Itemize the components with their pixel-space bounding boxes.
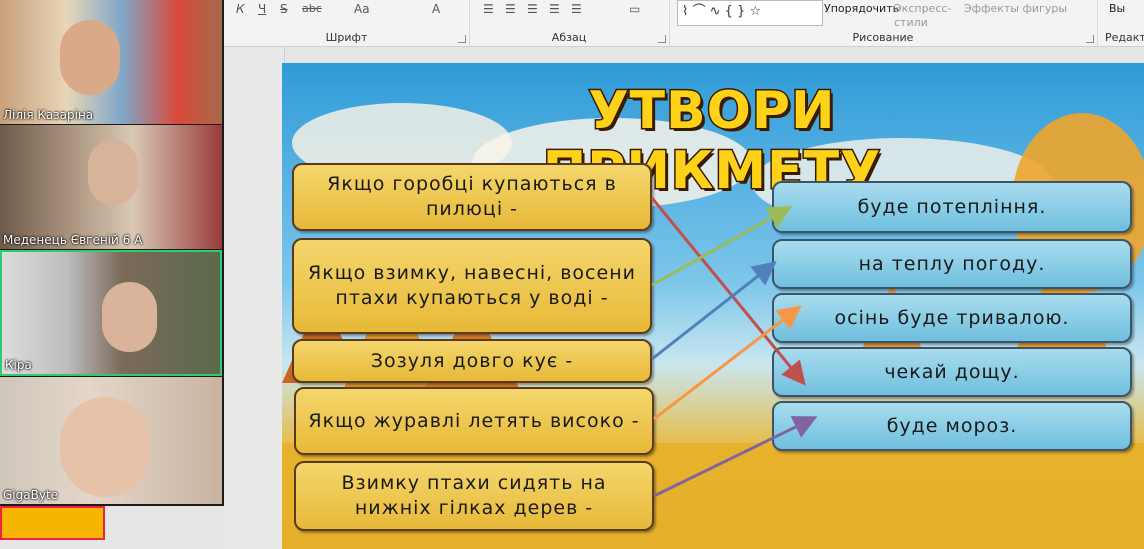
right-item-2[interactable]: на теплу погоду. xyxy=(772,239,1132,289)
strike-abc-button[interactable]: abc xyxy=(302,2,322,15)
select-button[interactable]: Вы xyxy=(1109,2,1125,15)
ribbon-toolbar: К Ч S abc Aa A Шрифт ☰ ☰ ☰ ☰ ☰ ▭ Абзац ⌇… xyxy=(224,0,1144,47)
participant-avatar-4 xyxy=(60,397,150,497)
participant-avatar-3 xyxy=(102,282,157,352)
strikethrough-button[interactable]: S xyxy=(280,2,288,16)
slide-thumbnail-preview[interactable] xyxy=(0,506,105,540)
drawing-group-label: Рисование xyxy=(852,31,914,44)
change-case-button[interactable]: Aa xyxy=(354,2,370,16)
font-color-button[interactable]: A xyxy=(432,2,440,16)
italic-button[interactable]: К xyxy=(236,2,245,16)
font-group-label: Шрифт xyxy=(325,31,368,44)
text-box-icon[interactable]: ▭ xyxy=(629,2,640,16)
paragraph-group-label: Абзац xyxy=(551,31,587,44)
right-item-1[interactable]: буде потепління. xyxy=(772,181,1132,233)
align-left-icon[interactable]: ☰ xyxy=(483,2,494,16)
participant-tile-1[interactable]: Лілія Казаріна xyxy=(0,0,222,124)
left-item-4[interactable]: Якщо журавлі летять високо - xyxy=(294,387,654,455)
paragraph-dialog-launcher-icon[interactable] xyxy=(658,35,666,43)
underline-button[interactable]: Ч xyxy=(258,2,266,16)
font-dialog-launcher-icon[interactable] xyxy=(458,35,466,43)
arrange-button[interactable]: Упорядочить xyxy=(824,2,899,15)
font-group: К Ч S abc Aa A Шрифт xyxy=(224,0,470,46)
participant-avatar-2 xyxy=(88,140,138,205)
left-item-5[interactable]: Взимку птахи сидять на нижніх гілках дер… xyxy=(294,461,654,531)
participant-tile-4[interactable]: GigaByte xyxy=(0,377,222,504)
right-item-4[interactable]: чекай дощу. xyxy=(772,347,1132,397)
drawing-group: ⌇ ⌒ ∿ { } ☆ Упорядочить Экспресс-стили Э… xyxy=(669,0,1098,46)
align-center-icon[interactable]: ☰ xyxy=(505,2,516,16)
columns-icon[interactable]: ☰ xyxy=(571,2,582,16)
shapes-gallery[interactable]: ⌇ ⌒ ∿ { } ☆ xyxy=(677,0,823,26)
left-item-1[interactable]: Якщо горобці купаються в пилюці - xyxy=(292,163,652,231)
justify-icon[interactable]: ☰ xyxy=(549,2,560,16)
paragraph-group: ☰ ☰ ☰ ☰ ☰ ▭ Абзац xyxy=(469,0,670,46)
participant-name-3: Кіра xyxy=(5,358,32,372)
slide-canvas: УТВОРИ ПРИКМЕТУ Якщо горобці купаються в… xyxy=(282,63,1144,549)
participant-tile-3[interactable]: Кіра xyxy=(0,250,222,376)
participant-tile-2[interactable]: Меденець Євгеній 6 А xyxy=(0,125,222,249)
right-item-3[interactable]: осінь буде тривалою. xyxy=(772,293,1132,343)
participant-name-2: Меденець Євгеній 6 А xyxy=(3,233,143,247)
participant-name-4: GigaByte xyxy=(3,488,59,502)
drawing-dialog-launcher-icon[interactable] xyxy=(1086,35,1094,43)
right-item-5[interactable]: буде мороз. xyxy=(772,401,1132,451)
left-item-3[interactable]: Зозуля довго кує - xyxy=(292,339,652,383)
participant-name-1: Лілія Казаріна xyxy=(3,108,94,122)
slide-thumbnail-strip[interactable] xyxy=(224,47,285,549)
participant-avatar-1 xyxy=(60,20,120,95)
align-right-icon[interactable]: ☰ xyxy=(527,2,538,16)
video-call-panel: Лілія Казаріна Меденець Євгеній 6 А Кіра… xyxy=(0,0,224,506)
editing-group-label: Редакт xyxy=(1105,31,1144,44)
quick-styles-button[interactable]: Экспресс-стили xyxy=(894,2,954,30)
left-item-2[interactable]: Якщо взимку, навесні, восени птахи купаю… xyxy=(292,238,652,334)
editing-group: Вы Редакт xyxy=(1097,0,1144,46)
shape-effects-button[interactable]: Эффекты фигуры xyxy=(964,2,1067,15)
